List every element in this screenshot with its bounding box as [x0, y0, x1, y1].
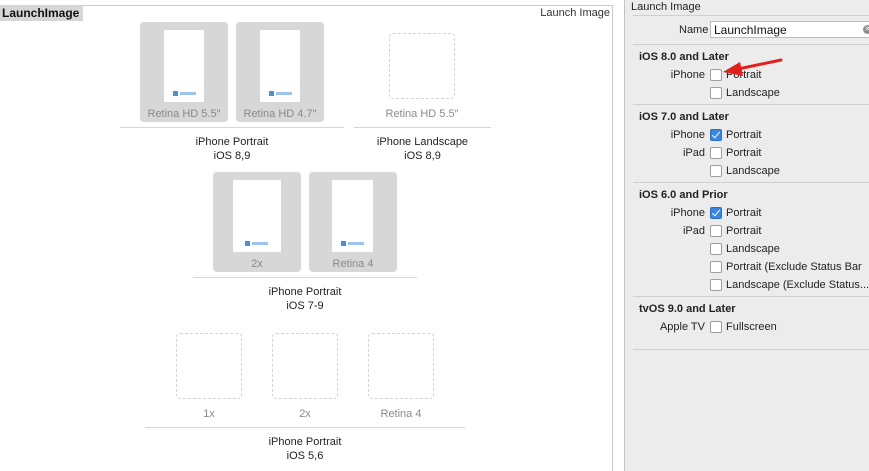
- app-logo-icon: [269, 91, 293, 96]
- image-slot-2x[interactable]: 2x: [213, 172, 301, 272]
- checkbox-label[interactable]: Landscape (Exclude Status...: [726, 279, 869, 291]
- image-slot-landscape-retina-hd-5-5[interactable]: Retina HD 5.5″: [378, 22, 466, 122]
- slot-label: 1x: [203, 408, 215, 420]
- image-well[interactable]: [213, 172, 301, 272]
- checkbox-label[interactable]: Portrait: [726, 147, 761, 159]
- group-title-device: iPhone Portrait: [195, 136, 269, 148]
- inspector-title: Launch Image: [631, 1, 701, 13]
- checkbox-ios8-iphone-landscape[interactable]: [710, 87, 722, 99]
- checkbox-label[interactable]: Fullscreen: [726, 321, 777, 333]
- image-slot-2x-legacy[interactable]: 2x: [261, 322, 349, 422]
- image-set-type-label: Launch Image: [540, 7, 610, 19]
- image-slot-retina-4[interactable]: Retina 4: [309, 172, 397, 272]
- checkbox-tvos-fullscreen[interactable]: [710, 321, 722, 333]
- group-divider: [145, 427, 465, 428]
- group-title-os: iOS 8,9: [213, 150, 251, 162]
- checkbox-ios6-ipad-portrait-no-status-bar[interactable]: [710, 261, 722, 273]
- checkbox-label[interactable]: Portrait: [726, 225, 761, 237]
- launch-image-thumbnail: [260, 30, 300, 102]
- divider: [633, 15, 869, 16]
- group-title-device: iPhone Landscape: [376, 136, 469, 148]
- divider: [633, 44, 869, 45]
- checkbox-ios6-ipad-landscape[interactable]: [710, 243, 722, 255]
- empty-image-well[interactable]: [368, 333, 434, 399]
- checkbox-label[interactable]: Portrait (Exclude Status Bar: [726, 261, 862, 273]
- group-title-os: iOS 8,9: [404, 150, 441, 162]
- image-well[interactable]: [140, 22, 228, 122]
- group-title: iPhone Portrait iOS 7-9: [193, 285, 417, 313]
- launch-image-thumbnail: [332, 180, 373, 252]
- device-label: Apple TV: [659, 321, 705, 333]
- group-title: iPhone Landscape iOS 8,9: [354, 135, 491, 163]
- device-label: iPhone: [670, 69, 705, 81]
- group-divider: [193, 277, 417, 278]
- group-title-os: iOS 5,6: [286, 450, 324, 462]
- checkbox-label[interactable]: Portrait: [726, 207, 761, 219]
- slot-label: Retina HD 5.5″: [147, 108, 221, 120]
- name-label: Name: [679, 24, 709, 36]
- divider: [633, 182, 869, 183]
- device-label: iPhone: [670, 207, 705, 219]
- device-label: iPad: [682, 225, 705, 237]
- divider: [633, 296, 869, 297]
- group-title: iPhone Portrait iOS 8,9: [120, 135, 344, 163]
- group-title-device: iPhone Portrait: [268, 286, 342, 298]
- divider: [633, 104, 869, 105]
- slot-label: 2x: [251, 258, 263, 270]
- name-field[interactable]: [710, 21, 869, 38]
- checkbox-ios7-ipad-landscape[interactable]: [710, 165, 722, 177]
- asset-canvas: LaunchImage Launch Image Retina HD 5.5″ …: [0, 0, 624, 471]
- launch-image-thumbnail: [233, 180, 281, 252]
- empty-image-well[interactable]: [389, 33, 455, 99]
- checkbox-ios6-ipad-landscape-no-status-bar[interactable]: [710, 279, 722, 291]
- group-divider: [354, 127, 491, 128]
- image-slot-1x[interactable]: 1x: [165, 322, 253, 422]
- app-logo-icon: [245, 241, 269, 246]
- image-slot-retina-hd-4-7[interactable]: Retina HD 4.7″: [236, 22, 324, 122]
- attributes-inspector: Launch Image Name ✕ iOS 8.0 and Later iP…: [624, 0, 869, 471]
- slot-label: Retina 4: [332, 258, 374, 270]
- slot-label: 2x: [299, 408, 311, 420]
- checkbox-ios8-iphone-portrait[interactable]: [710, 69, 722, 81]
- checkbox-label[interactable]: Landscape: [726, 87, 780, 99]
- image-set-name[interactable]: LaunchImage: [0, 5, 84, 21]
- empty-image-well[interactable]: [176, 333, 242, 399]
- image-slot-retina-4-legacy[interactable]: Retina 4: [357, 322, 445, 422]
- slot-label: Retina 4: [380, 408, 422, 420]
- group-title: iPhone Portrait iOS 5,6: [145, 435, 465, 463]
- image-well[interactable]: [236, 22, 324, 122]
- image-slot-retina-hd-5-5[interactable]: Retina HD 5.5″: [140, 22, 228, 122]
- checkbox-label[interactable]: Portrait: [726, 69, 761, 81]
- app-logo-icon: [341, 241, 365, 246]
- launch-image-thumbnail: [164, 30, 204, 102]
- section-title: iOS 8.0 and Later: [639, 51, 729, 63]
- device-label: iPhone: [670, 129, 705, 141]
- slot-label: Retina HD 4.7″: [243, 108, 317, 120]
- divider: [633, 349, 869, 350]
- empty-image-well[interactable]: [272, 333, 338, 399]
- image-well[interactable]: [309, 172, 397, 272]
- checkbox-ios7-ipad-portrait[interactable]: [710, 147, 722, 159]
- checkbox-label[interactable]: Landscape: [726, 243, 780, 255]
- checkbox-label[interactable]: Portrait: [726, 129, 761, 141]
- group-title-device: iPhone Portrait: [268, 436, 342, 448]
- section-title: tvOS 9.0 and Later: [639, 303, 736, 315]
- checkbox-ios6-ipad-portrait[interactable]: [710, 225, 722, 237]
- section-title: iOS 6.0 and Prior: [639, 189, 728, 201]
- clear-field-icon[interactable]: ✕: [863, 25, 869, 34]
- group-title-os: iOS 7-9: [286, 300, 324, 312]
- group-divider: [120, 127, 344, 128]
- checkbox-ios6-iphone-portrait[interactable]: [710, 207, 722, 219]
- device-label: iPad: [682, 147, 705, 159]
- checkbox-label[interactable]: Landscape: [726, 165, 780, 177]
- app-logo-icon: [173, 91, 197, 96]
- section-title: iOS 7.0 and Later: [639, 111, 729, 123]
- checkbox-ios7-iphone-portrait[interactable]: [710, 129, 722, 141]
- slot-label: Retina HD 5.5″: [385, 108, 459, 120]
